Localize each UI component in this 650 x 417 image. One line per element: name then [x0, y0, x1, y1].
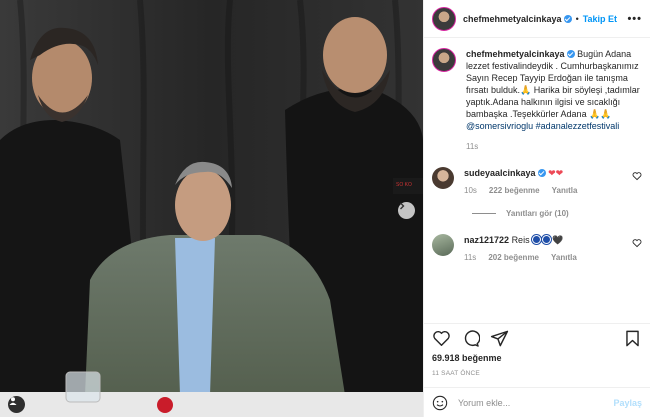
like-heart-icon[interactable]: [432, 329, 451, 348]
like-comment-icon[interactable]: [632, 238, 642, 248]
author-username-text: chefmehmetyalcinkaya: [463, 13, 562, 24]
commenter-avatar[interactable]: [432, 167, 454, 189]
comment-item: naz121722 Reis 🖤 11s 202 beğenme Yanıtla: [432, 234, 642, 264]
comment-bubble-icon[interactable]: [461, 329, 480, 348]
svg-text:SO KO: SO KO: [396, 182, 412, 188]
author-username[interactable]: chefmehmetyalcinkaya: [463, 14, 572, 24]
verified-badge-icon: [566, 50, 575, 58]
post-actions: [424, 323, 650, 353]
commenter-avatar[interactable]: [432, 234, 454, 256]
like-count[interactable]: 69.918 beğenme: [424, 353, 650, 367]
comment-age: 11s: [464, 253, 477, 262]
post-timestamp[interactable]: 11 SAAT ÖNCE: [424, 367, 650, 387]
like-comment-icon[interactable]: [632, 171, 642, 181]
comment-item: sudeyaalcinkaya ❤❤ 10s 222 beğenme Yanıt…: [432, 167, 642, 197]
comment-input[interactable]: [458, 397, 614, 408]
comment-text: ❤❤: [548, 168, 564, 178]
commenter-username[interactable]: sudeyaalcinkaya: [464, 168, 536, 178]
comment-age: 10s: [464, 186, 477, 195]
view-replies-label: Yanıtları gör (10): [506, 209, 569, 218]
caption-avatar[interactable]: [432, 48, 456, 72]
reply-button[interactable]: Yanıtla: [551, 252, 577, 264]
caption-hashtag[interactable]: #adanalezzetfestivali: [536, 121, 620, 131]
add-comment-bar: Paylaş: [424, 387, 650, 417]
bookmark-save-icon[interactable]: [623, 329, 642, 348]
next-photo-button[interactable]: [398, 202, 415, 219]
tagged-users-button[interactable]: [8, 396, 25, 413]
more-options-button[interactable]: •••: [627, 13, 642, 25]
share-paper-plane-icon[interactable]: [490, 329, 509, 348]
comment-emoji-tail: 🖤: [552, 235, 564, 245]
caption-meta: 11s: [466, 141, 642, 153]
post-side-panel: chefmehmetyalcinkaya • Takip Et ••• chef…: [423, 0, 650, 417]
verified-badge-icon: [537, 169, 546, 177]
emoji-smiley-icon[interactable]: [432, 395, 448, 411]
author-avatar[interactable]: [432, 6, 456, 31]
comments-section: chefmehmetyalcinkaya Bugün Adana lezzet …: [424, 38, 650, 323]
follow-button[interactable]: Takip Et: [583, 14, 617, 24]
comment-text: Reis: [511, 235, 530, 245]
user-icon: [9, 397, 17, 405]
comment-meta: 11s 202 beğenme Yanıtla: [464, 252, 632, 264]
separator-dot: •: [575, 13, 579, 24]
post-photo[interactable]: SO KO: [0, 0, 423, 417]
caption-mention[interactable]: @somersivrioglu: [466, 121, 533, 131]
caption-age: 11s: [466, 142, 479, 151]
caption: chefmehmetyalcinkaya Bugün Adana lezzet …: [432, 48, 642, 153]
caption-username[interactable]: chefmehmetyalcinkaya: [466, 49, 565, 59]
instagram-post: SO KO chefmehmetyalcinkaya • Takip Et ••…: [0, 0, 650, 417]
comment-likes[interactable]: 222 beğenme: [489, 185, 540, 197]
caption-text: Bugün Adana lezzet festivalindeydik . Cu…: [466, 49, 640, 119]
verified-badge-icon: [563, 14, 572, 23]
photo-illustration: SO KO: [0, 0, 423, 417]
comment-likes[interactable]: 202 beğenme: [488, 252, 539, 264]
post-comment-button[interactable]: Paylaş: [613, 398, 642, 408]
comment-meta: 10s 222 beğenme Yanıtla: [464, 185, 632, 197]
evil-eye-icon: [532, 235, 542, 244]
post-header: chefmehmetyalcinkaya • Takip Et •••: [424, 0, 650, 38]
chevron-right-icon: [400, 202, 405, 210]
commenter-username[interactable]: naz121722: [464, 235, 509, 245]
replies-divider: [472, 213, 496, 214]
reply-button[interactable]: Yanıtla: [552, 185, 578, 197]
view-replies-button[interactable]: Yanıtları gör (10): [472, 209, 642, 218]
evil-eye-icon: [542, 235, 552, 244]
